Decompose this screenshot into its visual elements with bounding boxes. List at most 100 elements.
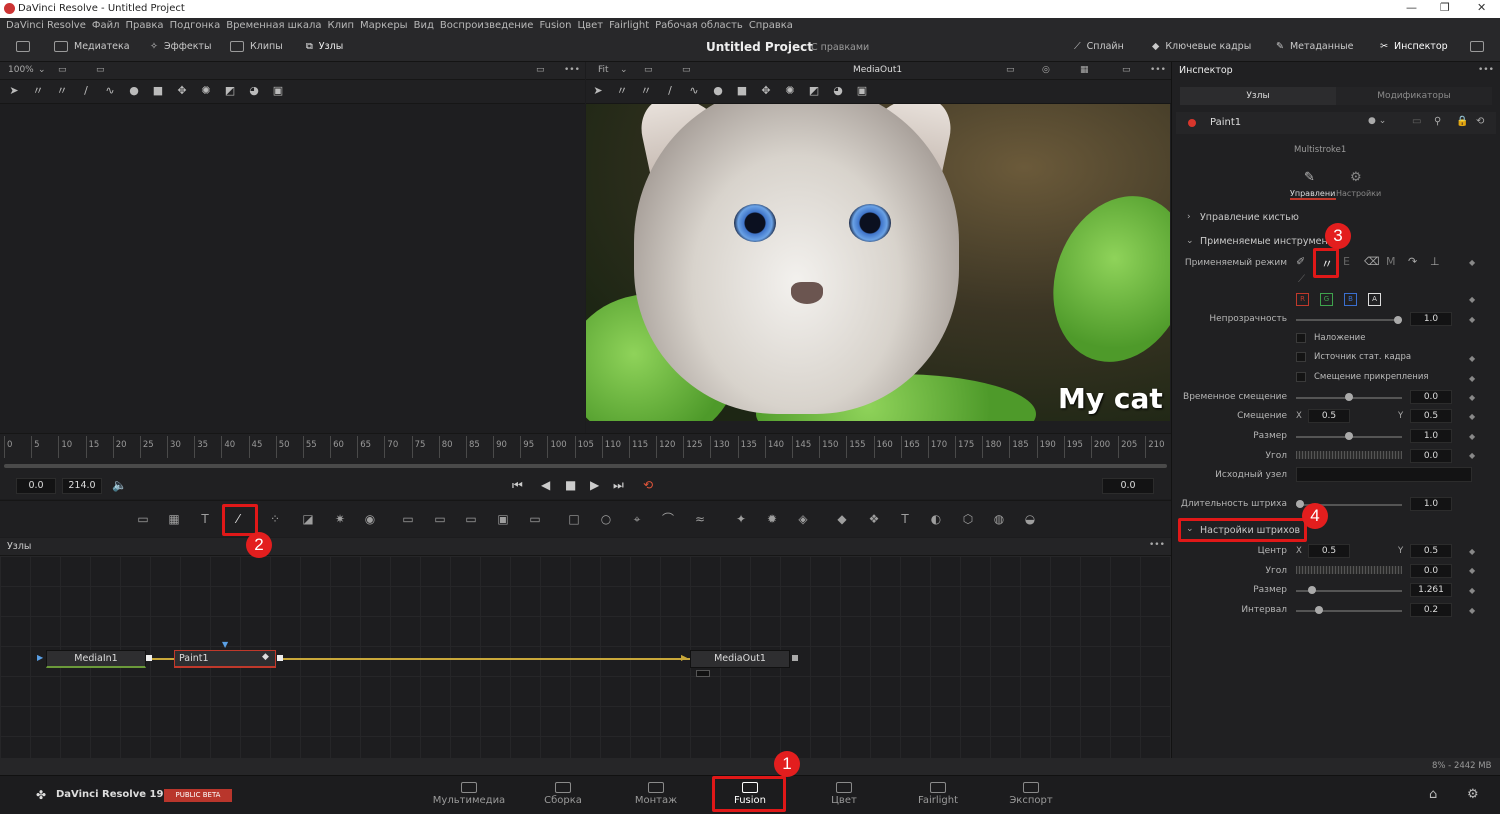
inspector-button[interactable]: ✂ Инспектор bbox=[1380, 41, 1448, 52]
rectangle-icon[interactable]: ■ bbox=[736, 85, 748, 97]
color-dropdown-icon[interactable]: ● ⌄ bbox=[1368, 116, 1386, 126]
polygon-mask-icon[interactable]: ⌖ bbox=[629, 512, 645, 526]
spline-button[interactable]: ⟋ Сплайн bbox=[1074, 41, 1124, 52]
controls-tab-icon[interactable]: ✎ bbox=[1304, 170, 1315, 185]
angle2-value[interactable]: 0.0 bbox=[1410, 564, 1452, 578]
time-offset-value[interactable]: 0.0 bbox=[1410, 390, 1452, 404]
reset-icon[interactable]: ⟲ bbox=[1476, 116, 1484, 127]
brightness-tool-icon[interactable]: ✷ bbox=[332, 512, 348, 526]
effects-button[interactable]: ✧ Эффекты bbox=[150, 41, 211, 52]
polyline-icon[interactable]: ∿ bbox=[688, 85, 700, 97]
home-icon[interactable]: ⌂ bbox=[1429, 787, 1437, 802]
chevron-down-icon[interactable]: ⌄ bbox=[620, 65, 628, 75]
page-edit[interactable]: Монтаж bbox=[611, 782, 701, 806]
menu-item[interactable]: Fairlight bbox=[609, 18, 649, 33]
menu-item[interactable]: Вид bbox=[414, 18, 434, 33]
minimize-button[interactable]: — bbox=[1406, 1, 1417, 14]
start-frame-field[interactable]: 0.0 bbox=[16, 478, 56, 494]
subtab-controls[interactable]: Управления bbox=[1290, 189, 1336, 200]
ellipse-mask-icon[interactable]: ○ bbox=[598, 512, 614, 526]
stroke-duration-slider-knob[interactable] bbox=[1296, 500, 1304, 508]
camera3d-icon[interactable]: ◐ bbox=[928, 512, 944, 526]
circle-icon[interactable]: ● bbox=[712, 85, 724, 97]
menu-item[interactable]: Временная шкала bbox=[226, 18, 321, 33]
size2-value[interactable]: 1.261 bbox=[1410, 583, 1452, 597]
opacity-slider-knob[interactable] bbox=[1394, 316, 1402, 324]
apply-stamp-icon[interactable]: ⊥ bbox=[1430, 255, 1440, 268]
tool-icon[interactable]: ◕ bbox=[248, 85, 260, 97]
camera-tracker-icon[interactable]: ◈ bbox=[795, 512, 811, 526]
menu-item[interactable]: DaVinci Resolve bbox=[6, 18, 86, 33]
channel-a-toggle[interactable]: A bbox=[1368, 293, 1381, 306]
fullscreen-icon[interactable]: ▭ bbox=[536, 65, 545, 75]
more-options-icon[interactable]: ••• bbox=[1478, 65, 1494, 75]
stop-icon[interactable]: ■ bbox=[565, 478, 576, 492]
stick-offset-checkbox[interactable] bbox=[1296, 372, 1306, 382]
stroke-duration-value[interactable]: 1.0 bbox=[1410, 497, 1452, 511]
pointer-icon[interactable]: ➤ bbox=[592, 85, 604, 97]
offset-y-value[interactable]: 0.5 bbox=[1410, 409, 1452, 423]
keyframe-icon[interactable]: ◆ bbox=[1469, 432, 1475, 441]
keyframe-icon[interactable]: ◆ bbox=[1469, 566, 1475, 575]
angle2-thumbwheel[interactable] bbox=[1296, 566, 1402, 574]
monitor-button[interactable] bbox=[1470, 41, 1484, 52]
rectangle-mask-icon[interactable]: □ bbox=[566, 512, 582, 526]
tool-icon[interactable]: ◕ bbox=[832, 85, 844, 97]
tab-nodes[interactable]: Узлы bbox=[1180, 87, 1336, 105]
blur-tool-icon[interactable]: ◉ bbox=[362, 512, 378, 526]
aspect-icon[interactable]: ▭ bbox=[644, 65, 653, 75]
brush-icon[interactable]: / bbox=[80, 85, 92, 97]
tab-modifiers[interactable]: Модификаторы bbox=[1336, 87, 1492, 105]
settings-tab-icon[interactable]: ⚙ bbox=[1350, 170, 1362, 185]
matte-tool-icon[interactable]: ▭ bbox=[463, 512, 479, 526]
panel-toggle-button[interactable] bbox=[16, 41, 30, 52]
light3d-icon[interactable]: ◍ bbox=[991, 512, 1007, 526]
size2-slider-knob[interactable] bbox=[1308, 586, 1316, 594]
angle-value[interactable]: 0.0 bbox=[1410, 449, 1452, 463]
keyframe-icon[interactable]: ◆ bbox=[1469, 606, 1475, 615]
play-reverse-icon[interactable]: ◀ bbox=[541, 478, 550, 492]
channel-r-toggle[interactable]: R bbox=[1296, 293, 1309, 306]
menu-item[interactable]: Справка bbox=[749, 18, 793, 33]
particles-tool-icon[interactable]: ⁘ bbox=[267, 512, 283, 526]
apply-erase-icon[interactable]: ⌫ bbox=[1364, 255, 1380, 268]
tracker-icon[interactable]: ✦ bbox=[733, 512, 749, 526]
merge3d-icon[interactable]: ❖ bbox=[866, 512, 882, 526]
menu-item[interactable]: Маркеры bbox=[360, 18, 408, 33]
channel-b-toggle[interactable]: B bbox=[1344, 293, 1357, 306]
go-to-start-icon[interactable]: ⏮ bbox=[512, 478, 523, 493]
page-cut[interactable]: Сборка bbox=[518, 782, 608, 806]
play-icon[interactable]: ▶ bbox=[590, 478, 599, 492]
multistroke-icon[interactable]: 〃 bbox=[616, 85, 628, 97]
keyframes-button[interactable]: ◆ Ключевые кадры bbox=[1152, 41, 1251, 52]
media-pool-button[interactable]: Медиатека bbox=[54, 41, 130, 52]
applied-tools-section[interactable]: Применяемые инструменты bbox=[1200, 236, 1328, 247]
size-slider-knob[interactable] bbox=[1345, 432, 1353, 440]
gradient-tool-icon[interactable]: ◪ bbox=[300, 512, 316, 526]
brush-icon[interactable]: / bbox=[664, 85, 676, 97]
metadata-button[interactable]: ✎ Метаданные bbox=[1276, 41, 1354, 52]
angle-thumbwheel[interactable] bbox=[1296, 451, 1402, 459]
fastnoise-tool-icon[interactable]: ▦ bbox=[166, 512, 182, 526]
display-icon[interactable]: ▭ bbox=[682, 65, 691, 75]
text-tool-icon[interactable]: T bbox=[197, 512, 213, 526]
subtab-settings[interactable]: Настройки bbox=[1336, 189, 1381, 198]
globe-icon[interactable]: ◎ bbox=[1042, 65, 1050, 75]
imageplane3d-icon[interactable]: ◒ bbox=[1022, 512, 1038, 526]
close-button[interactable]: ✕ bbox=[1477, 1, 1486, 14]
pin-icon[interactable]: ⚲ bbox=[1434, 116, 1441, 127]
keyframe-icon[interactable]: ◆ bbox=[1469, 412, 1475, 421]
go-to-end-icon[interactable]: ⏭ bbox=[613, 478, 624, 493]
chevron-down-icon[interactable]: ⌄ bbox=[38, 65, 46, 75]
viewer-image[interactable]: My cat bbox=[586, 104, 1170, 421]
grid-icon[interactable]: ▦ bbox=[1080, 65, 1089, 75]
node-output-port[interactable] bbox=[792, 655, 798, 661]
menu-item[interactable]: Рабочая область bbox=[655, 18, 743, 33]
opacity-value[interactable]: 1.0 bbox=[1410, 312, 1452, 326]
paint-icon[interactable]: ✺ bbox=[200, 85, 212, 97]
pointer-icon[interactable]: ➤ bbox=[8, 85, 20, 97]
media-in-tool-icon[interactable]: ▣ bbox=[495, 512, 511, 526]
center-y-value[interactable]: 0.5 bbox=[1410, 544, 1452, 558]
polyline-icon[interactable]: ∿ bbox=[104, 85, 116, 97]
crop-icon[interactable]: ▣ bbox=[856, 85, 868, 97]
